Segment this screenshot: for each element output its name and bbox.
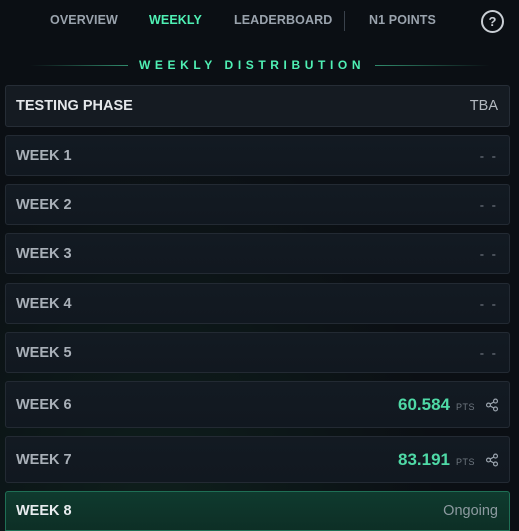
row-label: WEEK 7	[16, 451, 72, 468]
row-testing-phase: TESTING PHASE TBA	[5, 85, 510, 127]
row-week-6: WEEK 6 60.584 PTS	[5, 381, 510, 428]
row-week-5: WEEK 5 - -	[5, 332, 510, 373]
tab-weekly[interactable]: WEEKLY	[149, 13, 202, 27]
row-week-3: WEEK 3 - -	[5, 233, 510, 274]
row-label: TESTING PHASE	[16, 98, 133, 114]
top-nav: OVERVIEW WEEKLY LEADERBOARD N1 POINTS ?	[0, 0, 519, 42]
section-title: WEEKLY DISTRIBUTION	[139, 58, 366, 72]
row-label: WEEK 8	[16, 503, 72, 519]
points-display: 83.191 PTS	[398, 450, 499, 470]
points-display: 60.584 PTS	[398, 395, 499, 415]
row-status: - -	[479, 296, 498, 311]
row-status: - -	[479, 345, 498, 360]
row-status: - -	[479, 197, 498, 212]
row-label: WEEK 5	[16, 344, 72, 361]
share-icon[interactable]	[485, 398, 499, 412]
points-value: 60.584	[397, 394, 450, 414]
row-status: - -	[479, 148, 498, 163]
tab-n1-points[interactable]: N1 POINTS	[369, 13, 436, 27]
row-label: WEEK 2	[16, 196, 72, 213]
row-week-1: WEEK 1 - -	[5, 135, 510, 176]
row-label: WEEK 4	[16, 295, 72, 312]
tab-overview[interactable]: OVERVIEW	[50, 13, 118, 27]
points-value: 83.191	[397, 449, 450, 469]
section-header-right-line	[375, 65, 490, 66]
row-week-8: WEEK 8 Ongoing	[5, 491, 510, 531]
points-unit: PTS	[455, 456, 475, 467]
share-icon[interactable]	[485, 453, 499, 467]
row-status: TBA	[469, 98, 498, 114]
question-circle-icon[interactable]: ?	[481, 10, 504, 33]
row-label: WEEK 1	[16, 147, 72, 164]
points-unit: PTS	[455, 401, 475, 412]
tab-leaderboard[interactable]: LEADERBOARD	[234, 13, 332, 27]
row-label: WEEK 3	[16, 245, 72, 262]
section-header-left-line	[30, 65, 128, 66]
section-header: WEEKLY DISTRIBUTION	[0, 57, 519, 73]
row-week-7: WEEK 7 83.191 PTS	[5, 436, 510, 483]
help-glyph: ?	[488, 14, 497, 29]
nav-divider	[344, 11, 345, 31]
row-week-2: WEEK 2 - -	[5, 184, 510, 225]
row-week-4: WEEK 4 - -	[5, 283, 510, 324]
row-label: WEEK 6	[16, 396, 72, 413]
row-status: Ongoing	[443, 503, 498, 519]
weekly-distribution-page: OVERVIEW WEEKLY LEADERBOARD N1 POINTS ? …	[0, 0, 519, 531]
row-status: - -	[479, 246, 498, 261]
